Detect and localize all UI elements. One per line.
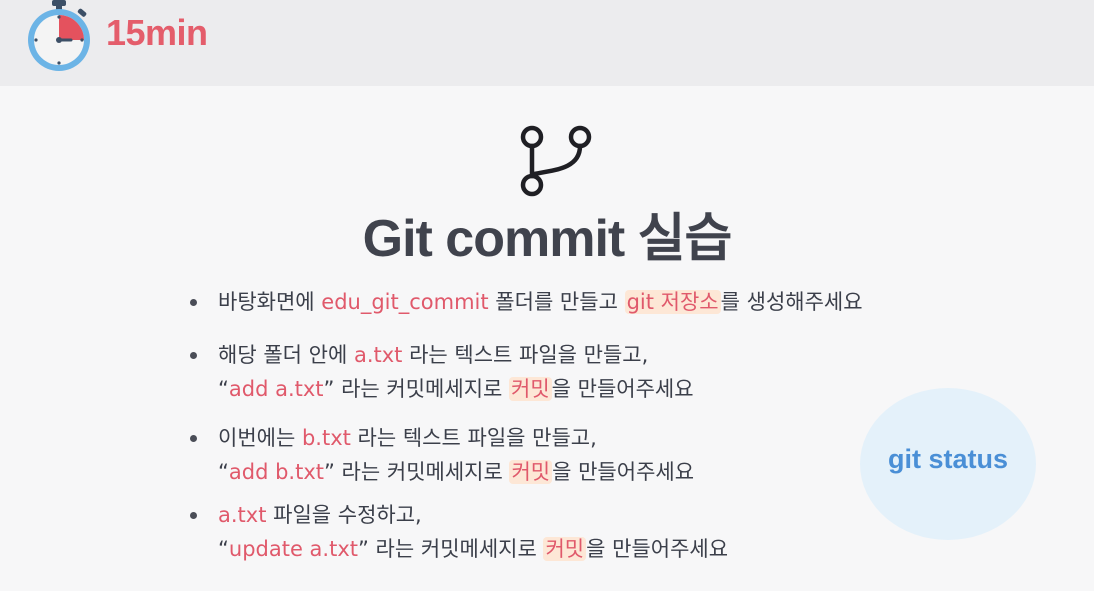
hint-badge-label: git status bbox=[887, 444, 1008, 474]
timer-label: 15min bbox=[106, 12, 208, 53]
stopwatch-icon bbox=[28, 0, 90, 71]
header-bar: 15min bbox=[0, 0, 1094, 86]
text-segment: ” 라는 커밋메세지로 bbox=[323, 377, 510, 401]
accent-term: edu_git_commit bbox=[321, 290, 489, 314]
text-segment: “ bbox=[218, 537, 229, 561]
accent-term: a.txt bbox=[218, 503, 267, 527]
text-segment: 이번에는 bbox=[218, 426, 302, 450]
highlighted-term: 커밋 bbox=[543, 537, 587, 561]
text-segment: 라는 텍스트 파일을 만들고, bbox=[402, 343, 649, 367]
text-segment: 파일을 수정하고, bbox=[266, 503, 422, 527]
text-segment: “ bbox=[218, 460, 229, 484]
list-item-line: “add a.txt” 라는 커밋메세지로 커밋을 만들어주세요 bbox=[218, 372, 1010, 406]
accent-term: b.txt bbox=[301, 426, 351, 450]
bullet-dot bbox=[190, 299, 197, 306]
slide-title: Git commit 실습 bbox=[362, 210, 733, 268]
bullet-dot bbox=[190, 435, 197, 442]
text-segment: 을 만들어주세요 bbox=[552, 460, 695, 484]
accent-term: a.txt bbox=[353, 343, 403, 367]
accent-term: update a.txt bbox=[228, 537, 358, 561]
list-item: 바탕화면에 edu_git_commit 폴더를 만들고 git 저장소를 생성… bbox=[190, 285, 1010, 319]
bullet-dot bbox=[190, 512, 197, 519]
accent-term: add a.txt bbox=[228, 377, 324, 401]
text-segment: 폴더를 만들고 bbox=[488, 290, 625, 314]
list-item-line: “update a.txt” 라는 커밋메세지로 커밋을 만들어주세요 bbox=[218, 532, 1010, 566]
accent-term: add b.txt bbox=[228, 460, 324, 484]
list-item: 해당 폴더 안에 a.txt 라는 텍스트 파일을 만들고, “add a.txt… bbox=[190, 338, 1010, 406]
text-segment: 을 만들어주세요 bbox=[586, 537, 729, 561]
highlighted-term: git 저장소 bbox=[624, 290, 721, 314]
list-item-line: 바탕화면에 edu_git_commit 폴더를 만들고 git 저장소를 생성… bbox=[218, 285, 1010, 319]
list-item-line: 해당 폴더 안에 a.txt 라는 텍스트 파일을 만들고, bbox=[218, 338, 1010, 372]
text-segment: 을 만들어주세요 bbox=[551, 377, 694, 401]
bullet-dot bbox=[190, 352, 197, 359]
text-segment: ” 라는 커밋메세지로 bbox=[324, 460, 510, 484]
text-segment: 해당 폴더 안에 bbox=[218, 343, 354, 367]
text-segment: ” 라는 커밋메세지로 bbox=[358, 537, 544, 561]
git-branch-icon bbox=[520, 125, 592, 197]
text-segment: “ bbox=[218, 377, 229, 401]
text-segment: 라는 텍스트 파일을 만들고, bbox=[350, 426, 597, 450]
text-segment: 를 생성해주세요 bbox=[720, 290, 863, 314]
highlighted-term: 커밋 bbox=[509, 460, 553, 484]
text-segment: 바탕화면에 bbox=[218, 290, 322, 314]
highlighted-term: 커밋 bbox=[509, 377, 552, 401]
